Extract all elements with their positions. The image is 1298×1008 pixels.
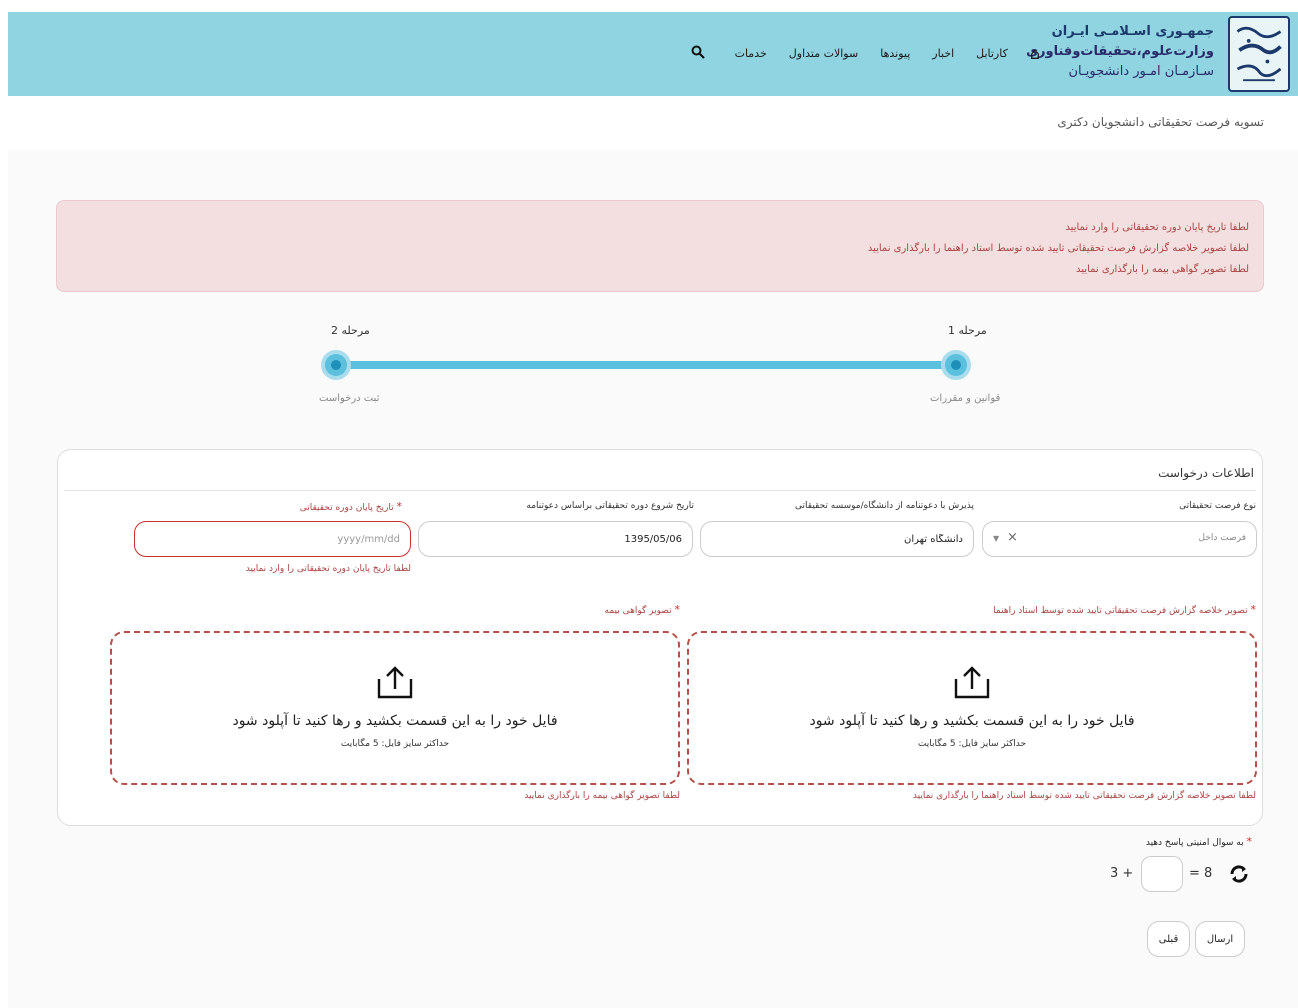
divider bbox=[64, 490, 1256, 491]
captcha-label: * به سوال امنیتی پاسخ دهید bbox=[1146, 835, 1252, 848]
insurance-error: لطفا تصویر گواهی بیمه را بارگذاری نمایید bbox=[524, 791, 680, 801]
logo-line-1: جمهـوری اسـلامـی ایـران bbox=[1051, 24, 1214, 39]
required-star: * bbox=[396, 500, 403, 513]
submit-button[interactable]: ارسال bbox=[1195, 921, 1245, 957]
end-date-label: * تاریخ پایان دوره تحقیقاتی bbox=[300, 500, 402, 513]
alert-line: لطفا تصویر گواهی بیمه را بارگذاری نمایید bbox=[1076, 264, 1249, 275]
report-upload-label: * تصویر خلاصه گزارش فرصت تحقیقاتی تایید … bbox=[993, 603, 1256, 616]
end-date-error: لطفا تاریخ پایان دوره تحقیقاتی را وارد ن… bbox=[245, 564, 411, 574]
dropzone-text: فایل خود را به این قسمت بکشید و رها کنید… bbox=[809, 713, 1135, 729]
previous-button[interactable]: قبلی bbox=[1147, 921, 1190, 957]
nav-item-news[interactable]: اخبار bbox=[932, 47, 954, 60]
required-star: * bbox=[674, 603, 681, 616]
page-title: تسویه فرصت تحقیقاتی دانشجویان دکتری bbox=[1057, 115, 1264, 129]
upload-icon bbox=[377, 666, 413, 699]
step-2-label: مرحله 2 bbox=[331, 324, 370, 337]
report-upload-label-text: تصویر خلاصه گزارش فرصت تحقیقاتی تایید شد… bbox=[993, 606, 1248, 616]
search-icon[interactable] bbox=[691, 45, 705, 63]
required-star: * bbox=[1250, 603, 1257, 616]
logo-emblem-icon bbox=[1236, 26, 1282, 82]
upload-icon bbox=[954, 666, 990, 699]
dropzone-size-hint: حداکثر سایز فایل: 5 مگابایت bbox=[340, 739, 450, 749]
nav-item-cartable[interactable]: کارتابل bbox=[976, 47, 1008, 60]
step-1-label: مرحله 1 bbox=[948, 324, 987, 337]
step-1-dot[interactable] bbox=[941, 350, 971, 380]
logo-text: جمهـوری اسـلامـی ایـران وزارت‌علوم،تحقیق… bbox=[1026, 22, 1214, 82]
organization-logo[interactable] bbox=[1228, 16, 1290, 92]
alert-line: لطفا تصویر خلاصه گزارش فرصت تحقیقاتی تای… bbox=[867, 243, 1249, 254]
captcha-operand: 3 + bbox=[1110, 866, 1134, 881]
refresh-icon[interactable] bbox=[1228, 863, 1250, 885]
logo-line-3: سـازمـان امـور دانشجویـان bbox=[1068, 64, 1214, 79]
captcha-label-text: به سوال امنیتی پاسخ دهید bbox=[1145, 838, 1244, 848]
alert-line: لطفا تاریخ پایان دوره تحقیقاتی را وارد ن… bbox=[1065, 222, 1249, 233]
admission-label: پذیرش با دعوتنامه از دانشگاه/موسسه تحقیق… bbox=[795, 501, 974, 511]
error-alert: لطفا تاریخ پایان دوره تحقیقاتی را وارد ن… bbox=[56, 200, 1264, 292]
type-select[interactable]: فرصت داخل × ▼ bbox=[982, 521, 1257, 557]
insurance-upload-label-text: تصویر گواهی بیمه bbox=[604, 606, 672, 616]
insurance-upload-label: * تصویر گواهی بیمه bbox=[605, 603, 680, 616]
dropzone-text: فایل خود را به این قسمت بکشید و رها کنید… bbox=[232, 713, 558, 729]
nav-item-links[interactable]: پیوندها bbox=[880, 47, 910, 60]
step-progress-line bbox=[336, 361, 956, 369]
end-date-label-text: تاریخ پایان دوره تحقیقاتی bbox=[299, 503, 394, 513]
home-icon[interactable]: ⌂ bbox=[1030, 44, 1040, 63]
start-date-field[interactable] bbox=[418, 521, 693, 557]
start-date-label: تاریخ شروع دوره تحقیقاتی براساس دعوتنامه bbox=[526, 501, 694, 511]
insurance-dropzone[interactable]: فایل خود را به این قسمت بکشید و رها کنید… bbox=[110, 631, 680, 785]
main-nav: ⌂ کارتابل اخبار پیوندها سوالات متداول خد… bbox=[691, 44, 1040, 63]
clear-icon[interactable]: × bbox=[1007, 530, 1018, 545]
end-date-field[interactable] bbox=[134, 521, 411, 557]
captcha-answer-input[interactable] bbox=[1141, 856, 1183, 892]
step-1-sub: قوانین و مقررات bbox=[930, 393, 1001, 404]
report-error: لطفا تصویر خلاصه گزارش فرصت تحقیقاتی تای… bbox=[912, 791, 1256, 801]
chevron-down-icon[interactable]: ▼ bbox=[993, 534, 999, 543]
nav-item-services[interactable]: خدمات bbox=[735, 47, 767, 60]
nav-item-faq[interactable]: سوالات متداول bbox=[789, 47, 858, 60]
type-label: نوع فرصت تحقیقاتی bbox=[1179, 501, 1256, 511]
logo-line-2: وزارت‌علوم،تحقیقات‌وفناوری bbox=[1026, 44, 1214, 59]
card-title: اطلاعات درخواست bbox=[1158, 466, 1254, 480]
step-2-dot[interactable] bbox=[321, 350, 351, 380]
captcha-result: = 8 bbox=[1189, 866, 1213, 881]
required-star: * bbox=[1246, 835, 1253, 848]
report-dropzone[interactable]: فایل خود را به این قسمت بکشید و رها کنید… bbox=[687, 631, 1257, 785]
type-select-value: فرصت داخل bbox=[1198, 533, 1247, 543]
dropzone-size-hint: حداکثر سایز فایل: 5 مگابایت bbox=[917, 739, 1027, 749]
step-2-sub: ثبت درخواست bbox=[319, 393, 380, 404]
top-header: جمهـوری اسـلامـی ایـران وزارت‌علوم،تحقیق… bbox=[8, 12, 1298, 96]
admission-field[interactable] bbox=[700, 521, 974, 557]
